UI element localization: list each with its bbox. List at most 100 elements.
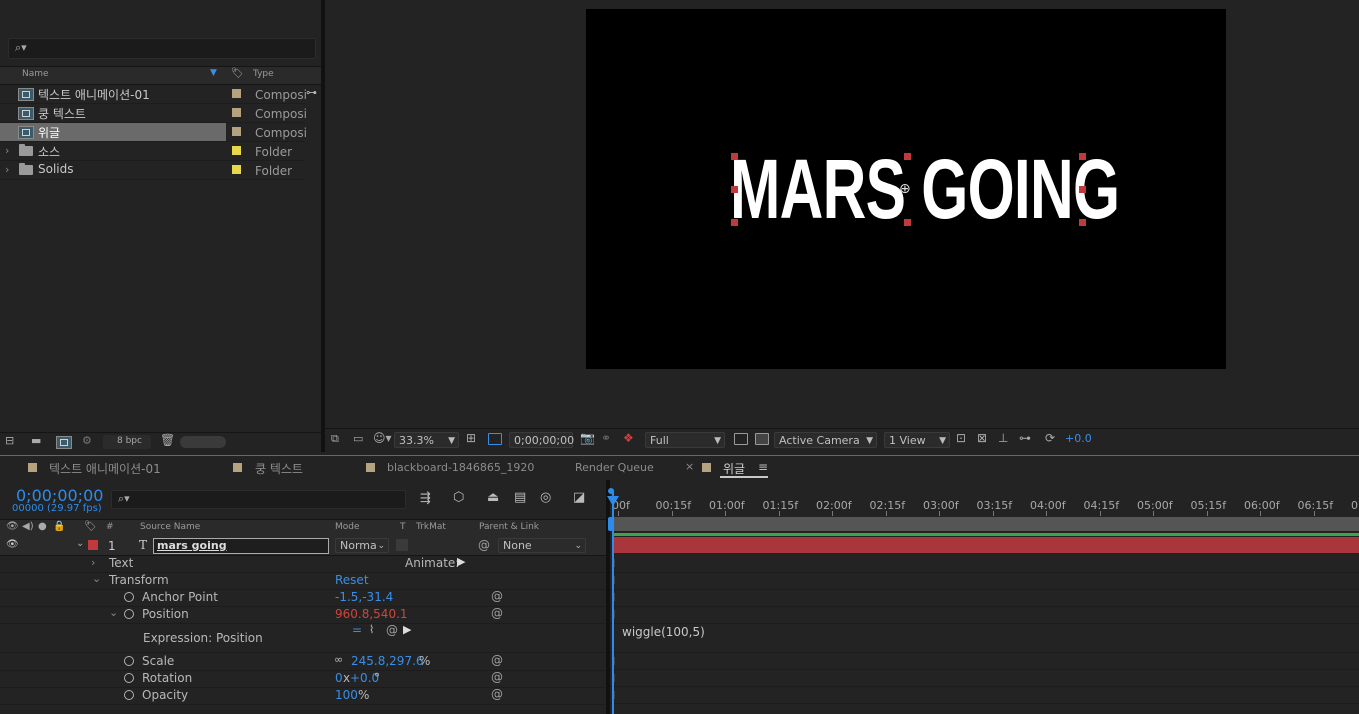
exposure-value[interactable]: +0.0: [1065, 432, 1092, 445]
current-time-field[interactable]: 0;00;00;00: [509, 432, 574, 448]
flowchart-icon[interactable]: ⊶: [306, 86, 317, 99]
trkmat-toggle[interactable]: [396, 539, 408, 551]
show-snapshot-icon[interactable]: ⚭: [601, 431, 611, 445]
expression-language-menu-icon[interactable]: ▶: [403, 623, 411, 636]
solo-icon[interactable]: ●: [38, 521, 47, 532]
bpc-button[interactable]: 8 bpc: [103, 435, 151, 449]
stopwatch-icon[interactable]: [124, 690, 134, 700]
label-swatch[interactable]: [232, 165, 241, 174]
safe-zones-icon[interactable]: ⊞: [466, 431, 476, 445]
reset-link[interactable]: Reset: [335, 573, 369, 587]
blend-mode-dropdown[interactable]: Norma ⌄: [335, 538, 389, 553]
parent-dropdown[interactable]: None ⌄: [498, 538, 586, 553]
layer-duration-bar[interactable]: [614, 537, 1359, 553]
project-item[interactable]: 쿵 텍스트 Composi: [0, 104, 307, 123]
work-area-start-marker[interactable]: [608, 517, 613, 531]
eye-icon[interactable]: 👁: [6, 539, 19, 550]
bounding-handle[interactable]: [731, 186, 738, 193]
scale-row[interactable]: Scale ∞ 245.8,297.6 % @: [0, 653, 606, 671]
motion-blur-icon[interactable]: ◎: [540, 490, 551, 505]
stopwatch-icon[interactable]: [124, 673, 134, 683]
playhead-handle[interactable]: [607, 496, 619, 506]
expression-pick-whip-icon[interactable]: @: [386, 623, 398, 637]
toggle-pixel-aspect-icon[interactable]: ⊡: [956, 431, 966, 445]
label-tag-icon[interactable]: 🏷: [231, 68, 244, 79]
anchor-point-icon[interactable]: ⊕: [899, 181, 911, 197]
canvas-text-layer[interactable]: MARS GOING: [730, 141, 1120, 237]
work-area-bar[interactable]: [614, 517, 1359, 531]
frame-blending-icon[interactable]: ▤: [514, 490, 526, 505]
label-swatch[interactable]: [232, 146, 241, 155]
zoom-dropdown[interactable]: 33.3% ▼: [394, 432, 459, 448]
pick-whip-icon[interactable]: @: [491, 670, 503, 684]
label-swatch[interactable]: [232, 89, 241, 98]
eye-icon[interactable]: 👁: [6, 521, 19, 532]
bounding-handle[interactable]: [1079, 153, 1086, 160]
stopwatch-icon[interactable]: [124, 609, 134, 619]
opacity-value[interactable]: 100: [335, 688, 358, 702]
resolution-dropdown[interactable]: Full ▼: [645, 432, 725, 448]
pick-whip-icon[interactable]: @: [491, 589, 503, 603]
camera-dropdown[interactable]: Active Camera ▼: [774, 432, 877, 448]
project-search-input[interactable]: ⌕▾: [8, 38, 316, 59]
text-property-row[interactable]: › Text Animate: ▶: [0, 555, 606, 573]
project-item[interactable]: 위글 Composi: [0, 123, 307, 142]
opacity-row[interactable]: Opacity 100 % @: [0, 687, 606, 705]
expression-graph-icon[interactable]: ⌇: [369, 623, 374, 636]
pick-whip-icon[interactable]: @: [491, 606, 503, 620]
new-folder-icon[interactable]: ▬: [31, 434, 41, 447]
chevron-down-icon[interactable]: ⌄: [76, 538, 84, 549]
sort-arrow-icon[interactable]: ▼: [210, 68, 217, 78]
animate-play-icon[interactable]: ▶: [457, 555, 465, 568]
lock-icon[interactable]: 🔒: [53, 521, 65, 532]
anchor-point-value[interactable]: -1.5,-31.4: [335, 590, 393, 604]
new-composition-icon[interactable]: [56, 436, 72, 449]
layer-label-swatch[interactable]: [88, 540, 98, 550]
layer-name-field[interactable]: mars going: [153, 538, 329, 554]
transparency-grid-icon[interactable]: [755, 433, 769, 445]
position-value[interactable]: 960.8,540.1: [335, 607, 408, 621]
channel-rgb-icon[interactable]: ❖: [623, 431, 634, 445]
chevron-right-icon[interactable]: ›: [5, 163, 9, 176]
tab-text-animation-01[interactable]: 텍스트 애니메이션-01: [49, 460, 161, 477]
draft-3d-icon[interactable]: ⊠: [977, 431, 987, 445]
label-swatch[interactable]: [232, 108, 241, 117]
stopwatch-icon[interactable]: [124, 656, 134, 666]
layer-row[interactable]: 👁 ⌄ 1 T mars going Norma ⌄ @ None ⌄: [0, 537, 606, 556]
bounding-handle[interactable]: [904, 219, 911, 226]
project-settings-icon[interactable]: ⚙: [82, 434, 92, 447]
pick-whip-icon[interactable]: @: [491, 687, 503, 701]
monitor-icon[interactable]: ▭: [353, 432, 363, 445]
label-swatch[interactable]: [232, 127, 241, 136]
view-layout-dropdown[interactable]: 1 View ▼: [884, 432, 950, 448]
enable-expression-icon[interactable]: =: [352, 623, 362, 637]
chevron-down-icon[interactable]: ⌄: [109, 606, 118, 619]
composition-mini-flowchart-icon[interactable]: ⇶: [420, 491, 431, 506]
anchor-point-row[interactable]: Anchor Point -1.5,-31.4 @: [0, 589, 606, 607]
timeline-icon[interactable]: ⊥: [998, 431, 1008, 445]
audio-icon[interactable]: ◀): [22, 521, 34, 532]
constrain-proportions-icon[interactable]: ∞: [334, 653, 343, 666]
rotation-turns-value[interactable]: 0: [335, 671, 343, 685]
close-tab-icon[interactable]: ×: [685, 460, 694, 473]
position-row[interactable]: ⌄ Position 960.8,540.1 @: [0, 606, 606, 624]
transform-property-row[interactable]: ⌄ Transform Reset: [0, 572, 606, 590]
mask-visibility-icon[interactable]: ☺▾: [373, 431, 392, 445]
label-tag-icon[interactable]: 🏷: [84, 521, 97, 532]
project-item[interactable]: 텍스트 애니메이션-01 Composi: [0, 85, 307, 104]
expression-text[interactable]: wiggle(100,5): [622, 625, 705, 639]
trash-icon[interactable]: 🗑: [160, 433, 175, 447]
type-column-header[interactable]: Type: [253, 69, 274, 79]
bounding-handle[interactable]: [731, 219, 738, 226]
rotation-row[interactable]: Rotation 0 x +0.0 ° @: [0, 670, 606, 688]
region-of-interest-icon[interactable]: [488, 433, 502, 445]
bounding-handle[interactable]: [904, 153, 911, 160]
fast-previews-icon[interactable]: [734, 433, 748, 445]
pick-whip-icon[interactable]: @: [491, 653, 503, 667]
panel-menu-icon[interactable]: ≡: [758, 460, 768, 474]
snapshot-camera-icon[interactable]: 📷: [580, 431, 595, 445]
graph-editor-icon[interactable]: ◪: [573, 490, 585, 505]
bounding-handle[interactable]: [731, 153, 738, 160]
source-name-column-header[interactable]: Source Name: [140, 522, 200, 532]
scale-value[interactable]: 245.8,297.6: [351, 654, 424, 668]
